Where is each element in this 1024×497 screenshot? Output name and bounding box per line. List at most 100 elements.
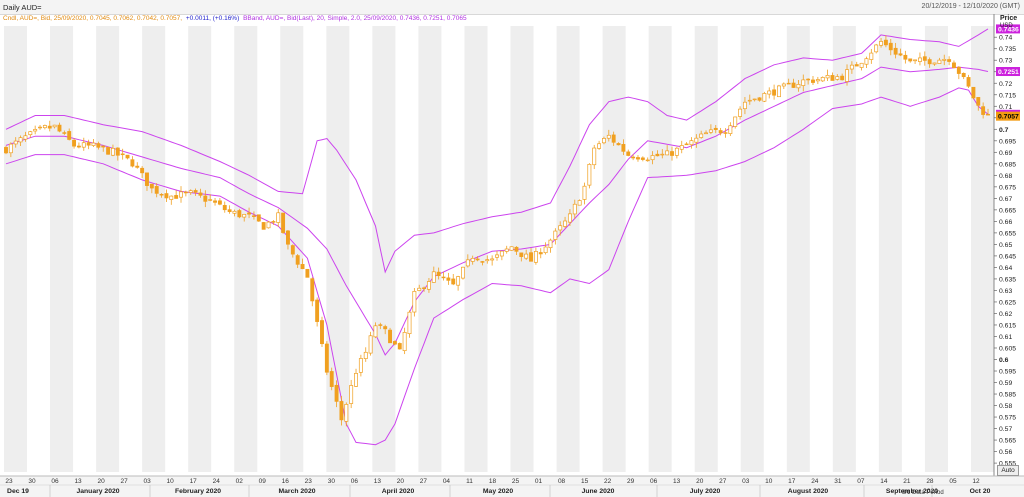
y-tick-label: 0.64 [999,265,1012,272]
y-tick-label: 0.59 [999,380,1012,387]
candle-body [913,59,918,62]
price-badge-label: 0.7057 [998,114,1019,121]
candle-body [757,97,762,101]
candle-body [344,404,349,422]
x-day-label: 31 [834,478,842,485]
x-day-label: 30 [328,478,336,485]
auto-scale-button[interactable]: Auto [997,465,1019,476]
candle-body [986,113,990,116]
y-tick-label: 0.74 [999,35,1012,42]
candle-body [611,134,616,143]
candle-body [28,131,33,136]
candle-body [563,220,568,227]
week-stripes [4,14,995,484]
y-tick-label: 0.6 [999,357,1009,364]
candle-body [699,133,704,138]
candle-body [115,147,120,156]
candle-body [130,159,135,167]
y-tick-label: 0.675 [999,184,1016,191]
y-tick-label: 0.735 [999,46,1016,53]
candle-body [315,299,320,322]
candle-body [772,89,777,96]
candle-body [334,384,339,402]
candle-body [660,153,665,156]
candle-body [762,93,767,102]
candle-body [883,39,888,46]
price-axis-title: Price USD [1000,15,1018,29]
x-day-label: 17 [190,478,198,485]
x-day-label: 25 [512,478,520,485]
candle-body [320,320,324,345]
candle-body [349,385,354,404]
candle-body [242,213,247,218]
y-tick-label: 0.73 [999,58,1012,65]
x-month-label: July 2020 [690,488,721,495]
candle-body [18,137,23,143]
y-tick-label: 0.695 [999,138,1016,145]
candle-body [631,156,636,159]
x-day-label: 20 [397,478,405,485]
candle-body [947,59,952,62]
candle-body [485,259,490,262]
candle-body [864,58,869,65]
candle-body [237,210,242,218]
y-tick-label: 0.61 [999,334,1012,341]
x-day-label: 13 [374,478,382,485]
candle-body [4,147,8,154]
x-day-label: 10 [167,478,175,485]
x-day-label: 23 [5,478,13,485]
candle-body [893,47,898,55]
candle-body [402,332,407,352]
candle-body [305,268,310,278]
candle-body [572,203,577,215]
y-tick-label: 0.68 [999,173,1012,180]
candle-body [412,291,417,313]
x-day-label: 03 [144,478,152,485]
candle-body [888,42,893,51]
candle-body [363,351,368,360]
x-day-label: 11 [466,478,473,485]
candle-body [859,62,864,68]
x-day-label: 03 [742,478,750,485]
candle-body [606,134,611,139]
candle-body [490,258,495,261]
candle-body [198,192,203,196]
candle-body [708,129,713,133]
x-month-label: March 2020 [278,488,315,495]
candle-body [655,153,660,157]
candle-body [23,135,28,140]
y-tick-label: 0.565 [999,438,1016,445]
x-month-label: Oct 20 [970,488,991,495]
candle-body [86,142,91,146]
y-tick-label: 0.66 [999,219,1012,226]
y-tick-label: 0.615 [999,322,1016,329]
candle-body [713,127,718,130]
candle-body [145,172,149,186]
candle-body [281,212,286,233]
candle-body [952,62,956,69]
candle-body [213,200,217,203]
candle-body [879,41,883,46]
candle-body [169,195,174,200]
x-day-label: 06 [351,478,359,485]
candle-body [461,266,465,279]
x-month-label: Dec 19 [7,488,29,495]
candle-body [927,59,932,65]
candle-body [733,116,738,127]
candle-body [932,62,937,65]
candle-body [592,147,597,166]
candle-body [174,195,179,199]
candle-body [976,97,981,106]
candle-body [966,77,971,87]
x-day-label: 02 [236,478,244,485]
candle-body [942,58,947,61]
y-tick-label: 0.665 [999,207,1016,214]
candle-body [76,145,81,148]
x-day-label: 18 [489,478,497,485]
candle-body [937,59,942,64]
candle-body [567,213,572,223]
y-tick-label: 0.575 [999,415,1016,422]
chart-area[interactable]: 0.5550.560.5650.570.5750.580.5850.590.59… [0,0,1024,497]
week-stripe [556,26,580,472]
x-month-label: February 2020 [175,488,221,495]
